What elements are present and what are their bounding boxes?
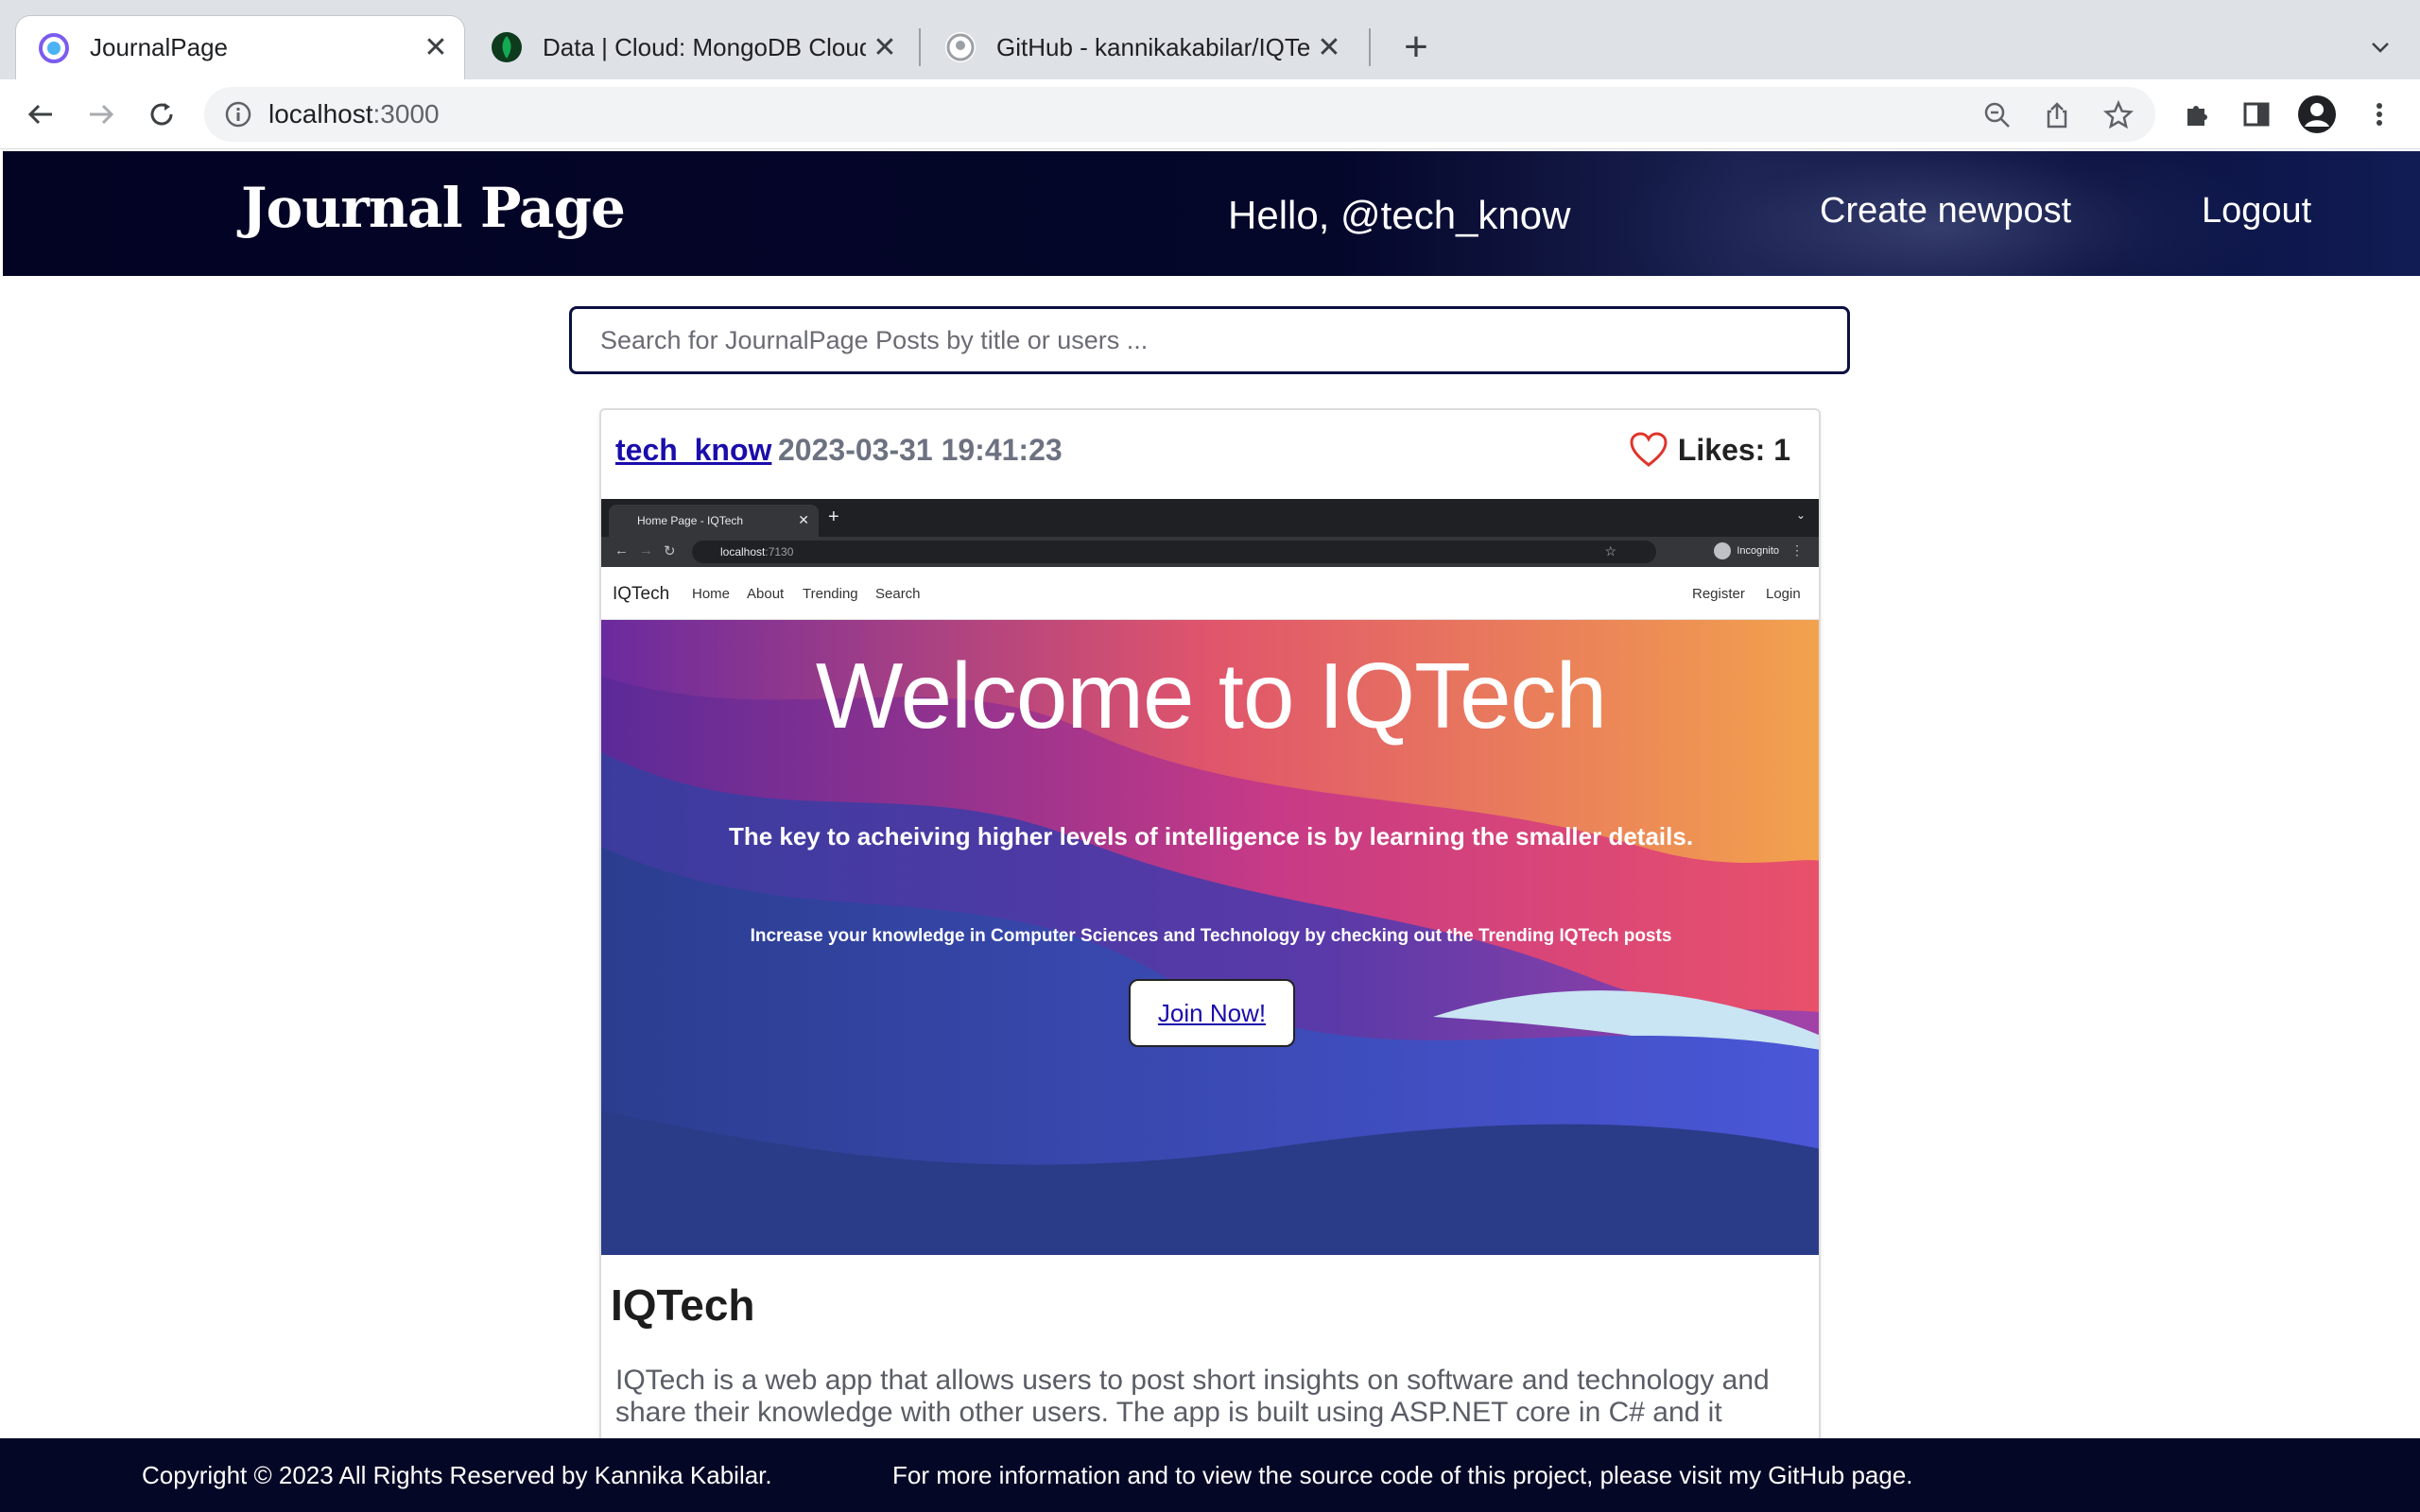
image-close-tab-icon: ✕ xyxy=(798,512,809,527)
address-bar[interactable]: localhost:3000 xyxy=(204,87,2155,142)
image-address-bar: localhost:7130 ☆ xyxy=(692,541,1656,563)
site-logo[interactable]: Journal Page xyxy=(241,176,626,240)
mongodb-leaf-icon xyxy=(492,32,522,62)
profile-avatar-icon[interactable] xyxy=(2297,94,2337,134)
search-input[interactable] xyxy=(569,306,1850,374)
heart-icon[interactable] xyxy=(1629,431,1668,469)
url-text: localhost:3000 xyxy=(268,99,440,129)
footer-info-link[interactable]: For more information and to view the sou… xyxy=(892,1461,1913,1490)
bookmark-star-icon[interactable] xyxy=(2102,99,2135,131)
browser-menu-icon[interactable] xyxy=(2360,94,2399,134)
image-reload-icon: ↻ xyxy=(664,543,676,559)
image-incognito-badge: Incognito xyxy=(1714,542,1779,559)
share-icon[interactable] xyxy=(2041,99,2073,131)
image-nav-about: About xyxy=(747,586,785,602)
image-nav-login: Login xyxy=(1766,586,1801,602)
close-tab-icon[interactable]: ✕ xyxy=(417,29,455,67)
image-join-now-button: Join Now! xyxy=(1129,979,1295,1047)
tab-title: GitHub - kannikakabilar/IQTech xyxy=(996,32,1310,61)
back-arrow-icon[interactable] xyxy=(19,93,62,136)
image-chevron-down-icon: ⌄ xyxy=(1795,508,1806,522)
likes-count: Likes: 1 xyxy=(1677,432,1790,467)
tab-separator xyxy=(1369,28,1371,66)
zoom-out-icon[interactable] xyxy=(1981,99,2014,131)
image-back-icon: ← xyxy=(614,542,629,558)
site-info-icon[interactable] xyxy=(223,99,253,129)
journalpage-favicon-icon xyxy=(39,32,69,63)
image-site-navbar: IQTech Home About Trending Search Regist… xyxy=(601,567,1819,620)
image-hero-text: Increase your knowledge in Computer Scie… xyxy=(750,926,1672,946)
image-hero-title: Welcome to IQTech xyxy=(815,644,1607,747)
image-hero-subtitle: The key to acheiving higher levels of in… xyxy=(728,822,1694,850)
tab-separator xyxy=(919,28,921,66)
image-nav-trending: Trending xyxy=(803,586,858,602)
post-author-link[interactable]: tech_know xyxy=(615,433,771,468)
post-title: IQTech xyxy=(611,1280,755,1330)
logout-link[interactable]: Logout xyxy=(2202,191,2311,232)
tab-journalpage[interactable]: JournalPage ✕ xyxy=(15,15,465,79)
image-browser-tabstrip: Home Page - IQTech ✕ + ⌄ xyxy=(601,499,1819,537)
browser-toolbar: localhost:3000 xyxy=(0,79,2420,149)
greeting-text: Hello, @tech_know xyxy=(1228,193,1571,237)
image-menu-icon: ⋮ xyxy=(1790,542,1804,558)
image-browser-toolbar: ← → ↻ localhost:7130 ☆ Incognito ⋮ xyxy=(601,537,1819,567)
post-image: Home Page - IQTech ✕ + ⌄ ← → ↻ localhost… xyxy=(601,499,1819,1255)
image-nav-search: Search xyxy=(875,586,921,602)
tab-mongodb[interactable]: Data | Cloud: MongoDB Cloud ✕ xyxy=(469,15,913,79)
site-footer: Copyright © 2023 All Rights Reserved by … xyxy=(0,1438,2420,1512)
image-brand: IQTech xyxy=(613,584,670,604)
forward-arrow-icon[interactable] xyxy=(79,93,123,136)
likes-counter: Likes: 1 xyxy=(1629,431,1790,469)
image-url-text: localhost:7130 xyxy=(720,545,794,558)
browser-tab-strip: JournalPage ✕ Data | Cloud: MongoDB Clou… xyxy=(0,0,2420,79)
tab-search-chevron-icon[interactable] xyxy=(2358,25,2403,70)
image-browser-tab: Home Page - IQTech ✕ xyxy=(609,505,819,537)
reload-icon[interactable] xyxy=(140,93,183,136)
extensions-puzzle-icon[interactable] xyxy=(2177,94,2217,134)
close-tab-icon[interactable]: ✕ xyxy=(1310,28,1348,66)
github-icon xyxy=(945,32,976,62)
image-star-icon: ☆ xyxy=(1604,543,1616,558)
create-newpost-link[interactable]: Create newpost xyxy=(1820,191,2071,232)
image-nav-register: Register xyxy=(1692,586,1745,602)
image-nav-home: Home xyxy=(692,586,731,602)
close-tab-icon[interactable]: ✕ xyxy=(866,28,904,66)
footer-copyright: Copyright © 2023 All Rights Reserved by … xyxy=(142,1461,772,1489)
tab-title: Data | Cloud: MongoDB Cloud xyxy=(543,32,866,61)
side-panel-icon[interactable] xyxy=(2237,94,2276,134)
image-hero: Welcome to IQTech The key to acheiving h… xyxy=(601,620,1819,1255)
image-forward-icon: → xyxy=(639,542,653,558)
site-header: Journal Page Hello, @tech_know Create ne… xyxy=(3,151,2420,276)
new-tab-icon[interactable]: + xyxy=(1393,24,1439,70)
tab-title: JournalPage xyxy=(90,33,228,61)
post-body: IQTech is a web app that allows users to… xyxy=(615,1365,1770,1428)
post-date: 2023-03-31 19:41:23 xyxy=(778,433,1063,467)
image-new-tab-icon: + xyxy=(828,507,839,527)
post-card: tech_know 2023-03-31 19:41:23 Likes: 1 H… xyxy=(599,408,1821,1448)
tab-github[interactable]: GitHub - kannikakabilar/IQTech ✕ xyxy=(923,15,1357,79)
